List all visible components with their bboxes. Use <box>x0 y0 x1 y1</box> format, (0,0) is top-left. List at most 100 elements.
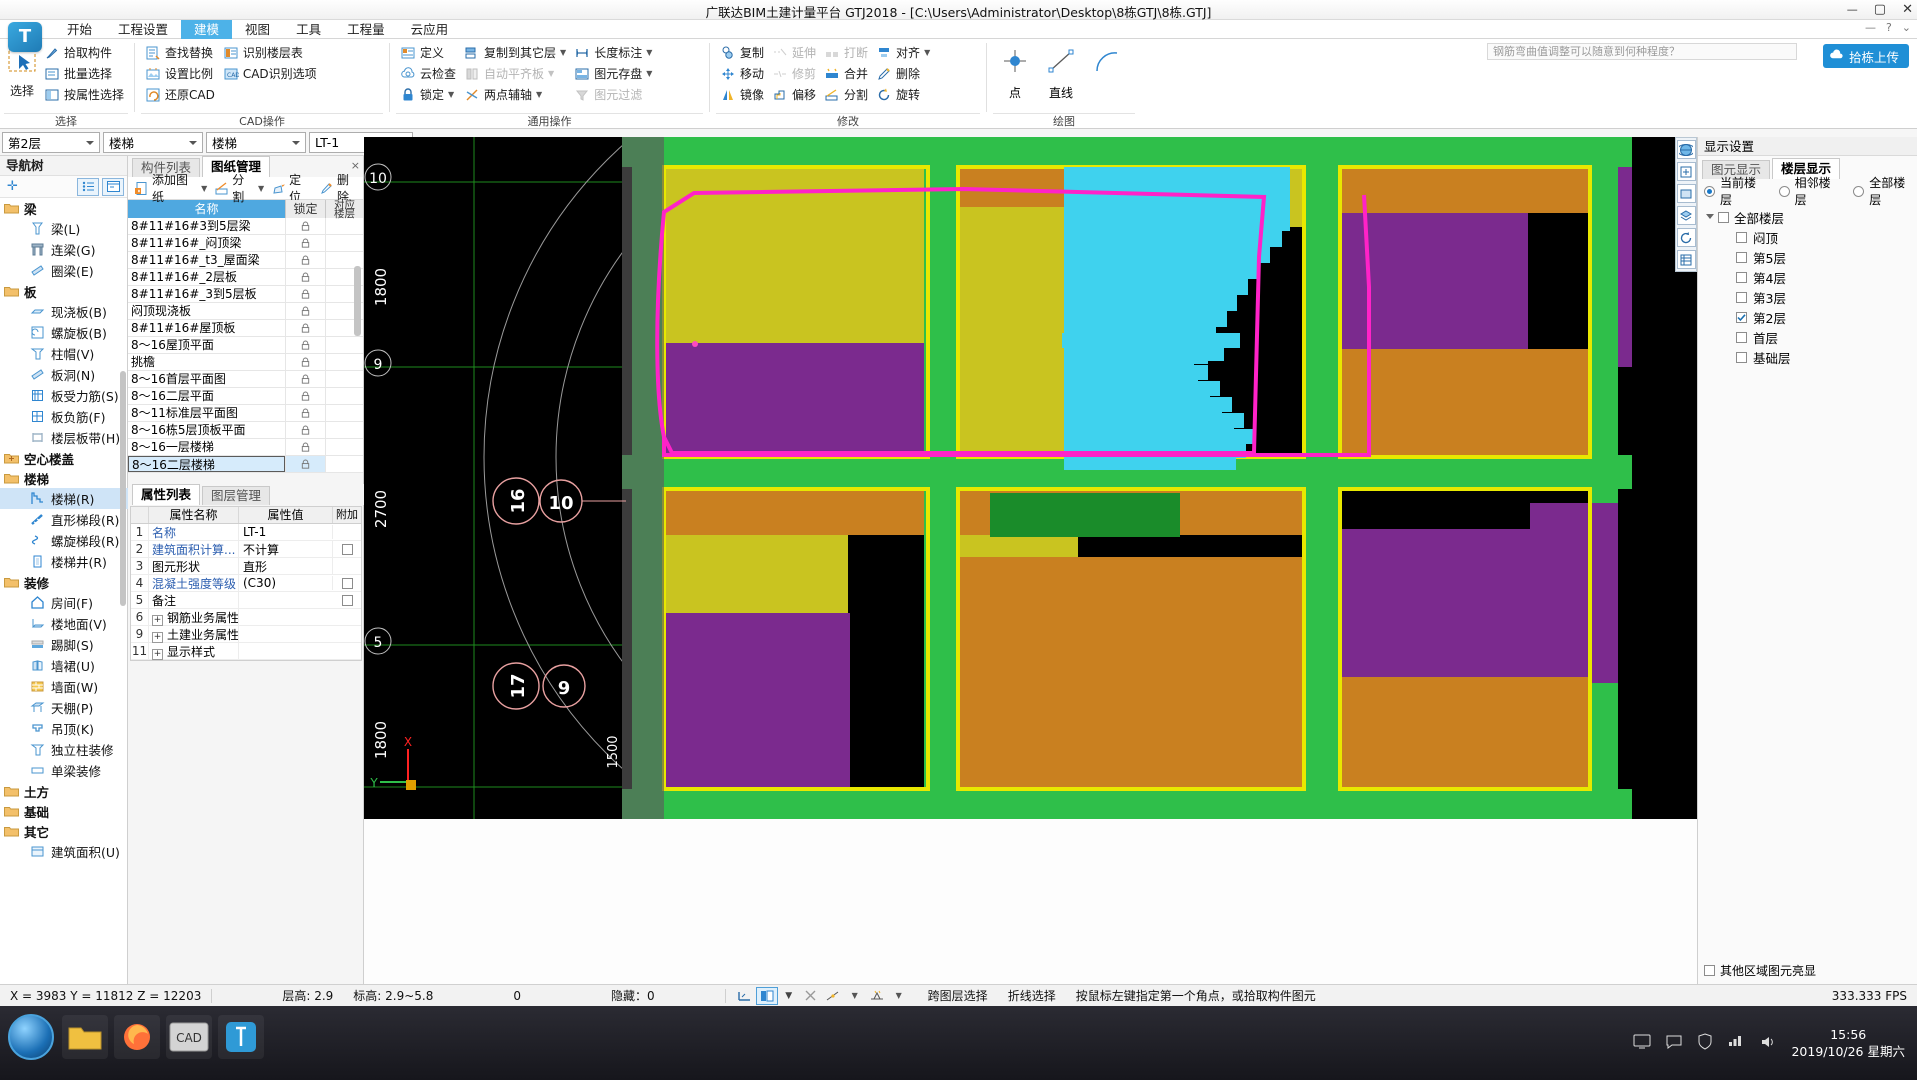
floor-tree-root[interactable]: 全部楼层 <box>1698 207 1917 227</box>
ribbon-group-select-label[interactable]: 选择 <box>4 113 128 128</box>
expand-icon[interactable]: + <box>152 648 163 660</box>
checkbox-floor[interactable] <box>1736 291 1747 303</box>
lock-icon[interactable] <box>285 286 325 302</box>
nav-item-slab-rebar[interactable]: 板受力筋(S) <box>0 385 128 406</box>
floor-selector[interactable]: 第2层 <box>2 131 100 153</box>
two-point-axis-button[interactable]: 两点辅轴 ▼ <box>460 84 570 105</box>
floor-item-2[interactable]: 第2层 <box>1698 307 1917 327</box>
add-icon[interactable]: ✛ <box>3 179 18 194</box>
shield-icon[interactable] <box>1697 1033 1713 1053</box>
pick-component-button[interactable]: 拾取构件 <box>40 42 128 63</box>
chevron-down-icon[interactable]: ▼ <box>548 69 554 78</box>
table-row[interactable]: 8#11#16#_2层板 <box>128 269 363 286</box>
tab-property-list[interactable]: 属性列表 <box>132 484 201 505</box>
property-checkbox[interactable] <box>341 577 353 589</box>
floor-item-4[interactable]: 第4层 <box>1698 267 1917 287</box>
lock-icon[interactable] <box>285 218 325 234</box>
align-button[interactable]: 对齐 ▼ <box>872 42 934 63</box>
help-chevron-icon[interactable]: ⌄ <box>1902 21 1911 34</box>
copy-to-floor-button[interactable]: 复制到其它层 ▼ <box>460 42 570 63</box>
restore-cad-button[interactable]: 还原CAD <box>141 84 219 105</box>
drawing-grid-scrollbar[interactable] <box>354 266 361 336</box>
ortho-icon[interactable] <box>755 986 778 1005</box>
chevron-down-icon[interactable]: ▼ <box>646 48 652 57</box>
table-row[interactable]: 8#11#16#屋顶板 <box>128 320 363 337</box>
define-button[interactable]: 定义 <box>396 42 460 63</box>
help-question-icon[interactable]: ? <box>1886 21 1892 34</box>
menu-item-tools[interactable]: 工具 <box>283 20 334 39</box>
checkbox-floor-checked[interactable] <box>1736 311 1747 323</box>
expand-icon[interactable]: + <box>152 614 163 626</box>
polar-icon[interactable] <box>822 987 844 1005</box>
folder-icon[interactable] <box>62 1015 108 1059</box>
radio-current-floor[interactable] <box>1704 185 1715 197</box>
nav-item-wall-finish[interactable]: 墙面(W) <box>0 676 128 697</box>
col-header-floor[interactable]: 对应 楼层 <box>325 200 363 219</box>
table-row[interactable]: 8#11#16#_闷顶梁 <box>128 235 363 252</box>
length-dim-button[interactable]: 长度标注 ▼ <box>570 42 656 63</box>
cross-icon[interactable] <box>800 987 822 1005</box>
detail-view-icon[interactable] <box>102 177 124 196</box>
other-area-highlight-option[interactable]: 其他区域图元亮显 <box>1698 960 1917 980</box>
table-row[interactable]: 8#11#16#_t3_屋面梁 <box>128 252 363 269</box>
locate-button[interactable]: 定位 <box>268 173 315 204</box>
upload-button[interactable]: 拾栋上传 <box>1822 44 1909 68</box>
offset-button[interactable]: 偏移 <box>768 84 820 105</box>
nav-item-ceiling[interactable]: 天棚(P) <box>0 697 128 718</box>
menu-item-cloud-apps[interactable]: 云应用 <box>398 20 462 39</box>
chevron-down-icon[interactable]: ▼ <box>646 69 652 78</box>
nav-item-spiral-flight[interactable]: 螺旋梯段(R) <box>0 530 128 551</box>
zoom-window-icon[interactable] <box>1676 184 1696 203</box>
mirror-button[interactable]: 镜像 <box>716 84 768 105</box>
expand-icon[interactable]: + <box>152 631 163 643</box>
table-row[interactable]: 8#11#16#3到5层梁 <box>128 218 363 235</box>
nav-item-floor-band[interactable]: 楼层板带(H) <box>0 427 128 448</box>
table-row[interactable]: 8～16一层楼梯 <box>128 439 363 456</box>
checkbox-floor[interactable] <box>1736 351 1747 363</box>
radio-all-floors[interactable] <box>1853 185 1865 197</box>
nav-group-stair[interactable]: 楼梯 <box>0 468 128 488</box>
subcategory-selector[interactable]: 楼梯 <box>206 131 306 153</box>
checkbox-floor[interactable] <box>1736 331 1747 343</box>
clock[interactable]: 15:56 2019/10/26 星期六 <box>1791 1026 1909 1060</box>
split-drawing-button[interactable]: 分割 ▼ <box>211 173 267 204</box>
find-replace-button[interactable]: 查找替换 <box>141 42 219 63</box>
lock-button[interactable]: 锁定 ▼ <box>396 84 460 105</box>
lock-icon[interactable] <box>285 388 325 404</box>
minimize-button[interactable]: — <box>1847 0 1858 20</box>
menu-item-project-settings[interactable]: 工程设置 <box>105 20 181 39</box>
table-row[interactable]: 挑檐 <box>128 354 363 371</box>
hint-search-box[interactable]: 钢筋弯曲值调整可以随意到何种程度？ <box>1487 43 1797 60</box>
nav-tree-scrollbar[interactable] <box>120 371 126 606</box>
nav-item-ring-beam[interactable]: 圈梁(E) <box>0 260 128 281</box>
nav-item-coupling-beam[interactable]: 连梁(G) <box>0 239 128 260</box>
nav-item-straight-flight[interactable]: 直形梯段(R) <box>0 509 128 530</box>
rotate-button[interactable]: 旋转 <box>872 84 934 105</box>
checkbox-other-area-highlight[interactable] <box>1704 964 1715 976</box>
lock-icon[interactable] <box>285 405 325 421</box>
lock-icon[interactable] <box>285 371 325 387</box>
break-button[interactable]: 打断 <box>820 42 872 63</box>
split-button[interactable]: 分割 <box>820 84 872 105</box>
volume-icon[interactable] <box>1759 1034 1777 1053</box>
col-header-lock[interactable]: 锁定 <box>285 200 325 218</box>
table-row[interactable]: 闷顶现浇板 <box>128 303 363 320</box>
property-row[interactable]: 3 图元形状 直形 <box>131 557 361 575</box>
floor-item-loft[interactable]: 闷顶 <box>1698 227 1917 247</box>
cad-icon[interactable]: CAD <box>166 1015 212 1059</box>
chat-icon[interactable] <box>1665 1034 1683 1053</box>
property-value[interactable]: 直形 <box>239 557 333 575</box>
chevron-down-icon[interactable]: ▼ <box>844 987 866 1005</box>
recognize-floor-table-button[interactable]: 识别楼层表 <box>219 42 321 63</box>
nav-item-cast-slab[interactable]: 现浇板(B) <box>0 301 128 322</box>
layers-icon[interactable] <box>1676 206 1696 225</box>
property-checkbox[interactable] <box>341 543 353 555</box>
arc-tool-button[interactable] <box>1085 44 1129 84</box>
chevron-down-icon[interactable]: ▼ <box>448 90 454 99</box>
maximize-button[interactable]: ▢ <box>1874 0 1886 20</box>
nav-item-building-area[interactable]: 建筑面积(U) <box>0 841 128 862</box>
lock-icon[interactable] <box>285 235 325 251</box>
list-view-icon[interactable] <box>77 177 99 196</box>
property-value[interactable]: (C30) <box>239 576 333 590</box>
table-row[interactable]: 8～11标准层平面图 <box>128 405 363 422</box>
